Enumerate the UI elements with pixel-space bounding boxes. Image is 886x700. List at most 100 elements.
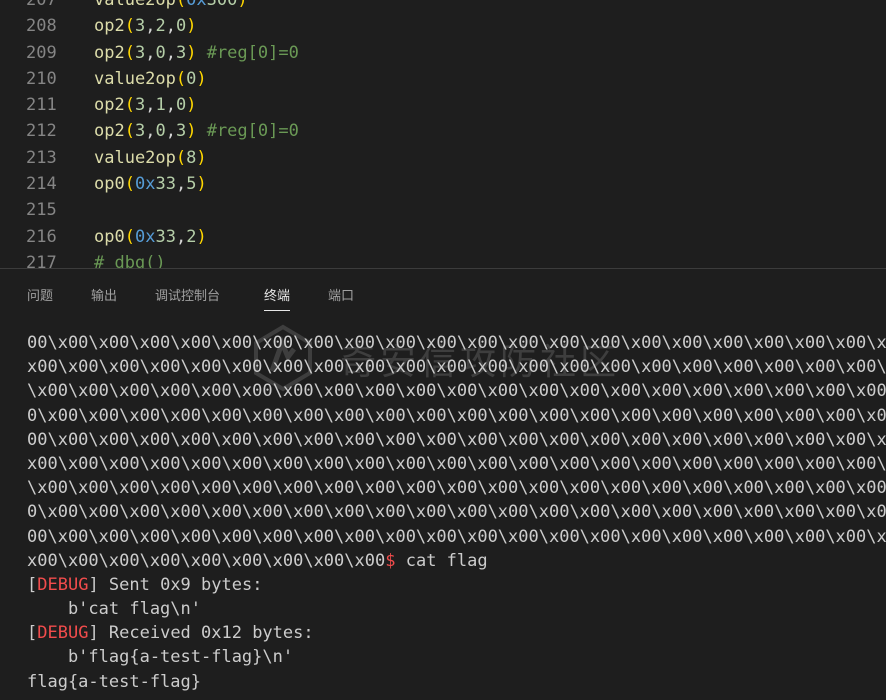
code-token: , — [145, 42, 156, 63]
terminal-line: flag{a-test-flag} — [0, 670, 886, 694]
terminal-text: 0\x00\x00\x00\x00\x00\x00\x00\x00\x00\x0… — [27, 405, 886, 426]
code-token: ( — [124, 95, 135, 116]
debug-tag: DEBUG — [37, 574, 89, 595]
code-editor[interactable]: 207 value2op(0x300) 208 op2(3,2,0) 209 op2(3,… — [0, 0, 886, 268]
terminal-line: 0\x00\x00\x00\x00\x00\x00\x00\x00\x00\x0… — [0, 404, 886, 428]
code-text: op2(3,0,3) #reg[0]=0 — [94, 40, 299, 66]
terminal-text: ] Received 0x12 bytes: — [88, 623, 314, 644]
code-token: 3 — [134, 42, 146, 63]
code-token: ) — [186, 42, 197, 63]
code-token: op0 — [94, 226, 125, 247]
terminal-text: \x00\x00\x00\x00\x00\x00\x00\x00\x00\x00… — [27, 381, 886, 402]
tab-terminal[interactable]: 终端 — [264, 285, 291, 311]
code-line: 213 value2op(8) — [0, 145, 886, 171]
code-token: 2 — [186, 226, 197, 247]
terminal-output[interactable]: 00\x00\x00\x00\x00\x00\x00\x00\x00\x00\x… — [0, 331, 886, 694]
code-token: 300 — [206, 0, 238, 10]
code-token: ) — [196, 226, 207, 247]
code-token: op2 — [94, 95, 125, 116]
code-token: ) — [186, 95, 197, 116]
code-token: , — [145, 121, 156, 142]
terminal-line: \x00\x00\x00\x00\x00\x00\x00\x00\x00\x00… — [0, 379, 886, 403]
terminal-text: x00\x00\x00\x00\x00\x00\x00\x00\x00\x00\… — [27, 453, 886, 474]
line-number: 208 — [26, 16, 57, 37]
line-number: 210 — [26, 68, 57, 89]
terminal-line: 00\x00\x00\x00\x00\x00\x00\x00\x00\x00\x… — [0, 525, 886, 549]
code-token: ) — [196, 68, 207, 89]
code-token: 5 — [186, 174, 197, 195]
code-token: 2 — [155, 16, 166, 37]
code-token: 0 — [155, 42, 166, 63]
tab-debug-console[interactable]: 调试控制台 — [155, 285, 220, 304]
code-token: 3 — [134, 121, 146, 142]
tab-problems[interactable]: 问题 — [27, 285, 53, 304]
code-line: 208 op2(3,2,0) — [0, 13, 886, 39]
code-text: value2op(8) — [94, 145, 207, 171]
terminal-text: b'cat flag\n' — [27, 599, 201, 620]
code-line: 215 — [0, 197, 886, 223]
code-text: value2op(0x300) — [94, 0, 248, 13]
line-number: 212 — [26, 121, 57, 142]
line-number: 214 — [26, 174, 57, 195]
code-token: , — [145, 16, 156, 37]
code-token: 1 — [155, 95, 166, 116]
terminal-text: 0\x00\x00\x00\x00\x00\x00\x00\x00\x00\x0… — [27, 502, 886, 523]
terminal-text: cat flag — [395, 550, 488, 571]
code-token: 3 — [175, 121, 187, 142]
terminal-line: \x00\x00\x00\x00\x00\x00\x00\x00\x00\x00… — [0, 476, 886, 500]
code-token: 0x — [134, 174, 156, 195]
code-token: 0x — [134, 226, 156, 247]
tab-ports[interactable]: 端口 — [328, 285, 354, 304]
line-number: 211 — [26, 95, 57, 116]
code-token: 0x — [186, 0, 207, 10]
code-token: , — [165, 95, 176, 116]
code-token: op0 — [94, 174, 125, 195]
code-token: value2op — [94, 68, 176, 89]
code-token: op2 — [94, 121, 125, 142]
terminal-line: x00\x00\x00\x00\x00\x00\x00\x00\x00$ cat… — [0, 549, 886, 573]
code-token: ( — [175, 68, 187, 89]
code-token: 33 — [155, 226, 176, 247]
terminal-line: 00\x00\x00\x00\x00\x00\x00\x00\x00\x00\x… — [0, 331, 886, 355]
code-token: value2op — [94, 0, 176, 10]
line-number: 215 — [26, 200, 57, 221]
terminal-text: [ — [27, 574, 38, 595]
code-token: 3 — [134, 16, 146, 37]
terminal-text: ] Sent 0x9 bytes: — [88, 574, 263, 595]
terminal-line: 00\x00\x00\x00\x00\x00\x00\x00\x00\x00\x… — [0, 428, 886, 452]
terminal-line: x00\x00\x00\x00\x00\x00\x00\x00\x00\x00\… — [0, 355, 886, 379]
debug-tag: DEBUG — [37, 623, 89, 644]
terminal-text: 00\x00\x00\x00\x00\x00\x00\x00\x00\x00\x… — [27, 526, 886, 547]
code-text: op0(0x33,5) — [94, 171, 207, 197]
code-line: 214 op0(0x33,5) — [0, 171, 886, 197]
code-token: #reg[0]=0 — [196, 42, 299, 63]
code-token: value2op — [94, 147, 176, 168]
prompt-symbol: $ — [385, 550, 396, 571]
terminal-text: \x00\x00\x00\x00\x00\x00\x00\x00\x00\x00… — [27, 478, 886, 499]
terminal-text: 00\x00\x00\x00\x00\x00\x00\x00\x00\x00\x… — [27, 333, 886, 353]
tab-output[interactable]: 输出 — [91, 285, 117, 304]
code-token: ( — [124, 16, 135, 37]
terminal-line: [DEBUG] Sent 0x9 bytes: — [0, 573, 886, 597]
code-token: ) — [237, 0, 248, 10]
code-token: , — [165, 42, 176, 63]
terminal-text: flag{a-test-flag} — [27, 671, 201, 692]
code-token: ( — [175, 147, 187, 168]
code-token: , — [145, 95, 156, 116]
code-token: ( — [124, 42, 135, 63]
code-token: 0 — [186, 68, 197, 89]
terminal-line: b'flag{a-test-flag}\n' — [0, 645, 886, 669]
code-token: , — [165, 121, 176, 142]
code-token: ( — [175, 0, 187, 10]
line-number: 209 — [26, 42, 57, 63]
code-text: value2op(0) — [94, 66, 207, 92]
code-line: 209 op2(3,0,3) #reg[0]=0 — [0, 40, 886, 66]
code-token: 3 — [175, 42, 187, 63]
terminal-text: x00\x00\x00\x00\x00\x00\x00\x00\x00\x00\… — [27, 357, 886, 378]
code-text: op2(3,1,0) — [94, 92, 196, 118]
code-line: 212 op2(3,0,3) #reg[0]=0 — [0, 118, 886, 144]
code-line: 210 value2op(0) — [0, 66, 886, 92]
bottom-panel: 问题 输出 调试控制台 终端 端口 奇安信攻防社区 00\x00\x00\x00… — [0, 268, 886, 700]
code-line: 207 value2op(0x300) — [0, 0, 886, 13]
code-token: 8 — [186, 147, 197, 168]
